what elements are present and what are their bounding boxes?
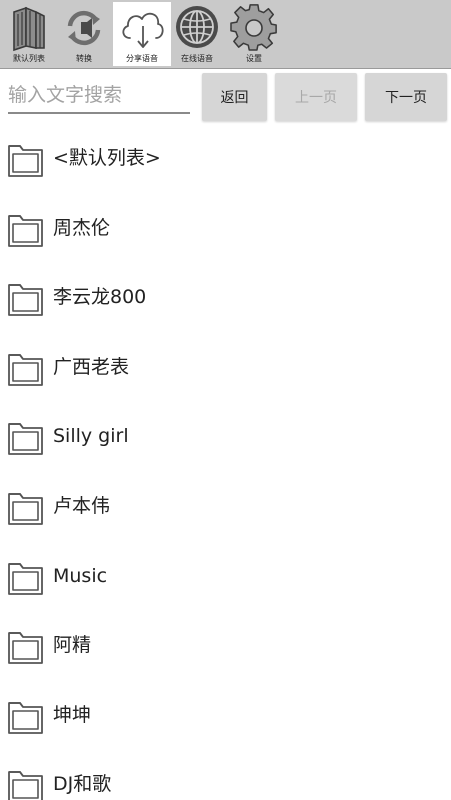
tab-label: 设置	[246, 54, 262, 63]
list-item[interactable]: Silly girl	[0, 402, 451, 472]
folder-icon	[8, 493, 43, 525]
list-item[interactable]: 李云龙800	[0, 263, 451, 333]
tab-share-voice[interactable]: 分享语音	[113, 2, 171, 66]
folder-name: Music	[53, 564, 108, 587]
folder-name: DJ和歌	[53, 773, 112, 796]
cloud-download-icon	[122, 12, 164, 48]
list-item[interactable]: 周杰伦	[0, 194, 451, 264]
folder-icon	[8, 771, 43, 800]
list-item[interactable]: 坤坤	[0, 681, 451, 751]
tab-settings[interactable]: 设置	[225, 2, 283, 66]
app-root: • 默认列表	[0, 0, 451, 800]
list-item[interactable]: 阿精	[0, 611, 451, 681]
tab-default-list[interactable]: 默认列表	[0, 2, 58, 66]
folder-list: <默认列表> 周杰伦 李云龙800 广西老表 Silly girl 卢本伟 Mu…	[0, 124, 451, 800]
tab-label: 默认列表	[13, 54, 45, 63]
top-toolbar: 默认列表 转换 分享语音 在线语音 设置	[0, 0, 451, 69]
globe-icon	[176, 6, 218, 48]
folder-name: Silly girl	[53, 425, 129, 448]
books-icon	[13, 6, 45, 52]
tab-label: 在线语音	[181, 54, 213, 63]
tab-online-voice[interactable]: 在线语音	[168, 2, 226, 66]
list-item[interactable]: 卢本伟	[0, 472, 451, 542]
back-button[interactable]: 返回	[202, 73, 267, 121]
list-item[interactable]: Music	[0, 542, 451, 612]
folder-icon	[8, 632, 43, 665]
folder-icon	[8, 145, 43, 177]
search-input[interactable]	[8, 78, 190, 114]
tab-label: 转换	[76, 54, 92, 63]
folder-icon	[8, 423, 43, 456]
folder-name: 卢本伟	[53, 494, 111, 517]
folder-name: 李云龙800	[53, 286, 147, 309]
folder-name: <默认列表>	[53, 147, 161, 169]
folder-icon	[8, 214, 43, 247]
tab-label: 分享语音	[126, 54, 158, 63]
folder-icon	[8, 562, 43, 595]
list-item[interactable]: 广西老表	[0, 333, 451, 403]
tab-convert[interactable]: 转换	[55, 2, 113, 66]
folder-name: 周杰伦	[53, 216, 111, 239]
folder-name: 阿精	[53, 634, 92, 657]
folder-name: 广西老表	[53, 355, 130, 378]
folder-icon	[8, 701, 43, 734]
gear-icon	[230, 4, 277, 51]
folder-icon	[8, 353, 43, 386]
next-page-button[interactable]: 下一页	[365, 73, 447, 121]
list-item[interactable]: <默认列表>	[0, 124, 451, 194]
folder-name: 坤坤	[53, 703, 92, 726]
list-item[interactable]: DJ和歌	[0, 750, 451, 800]
folder-icon	[8, 284, 43, 317]
convert-icon	[67, 10, 101, 46]
prev-page-button[interactable]: 上一页	[275, 73, 357, 121]
